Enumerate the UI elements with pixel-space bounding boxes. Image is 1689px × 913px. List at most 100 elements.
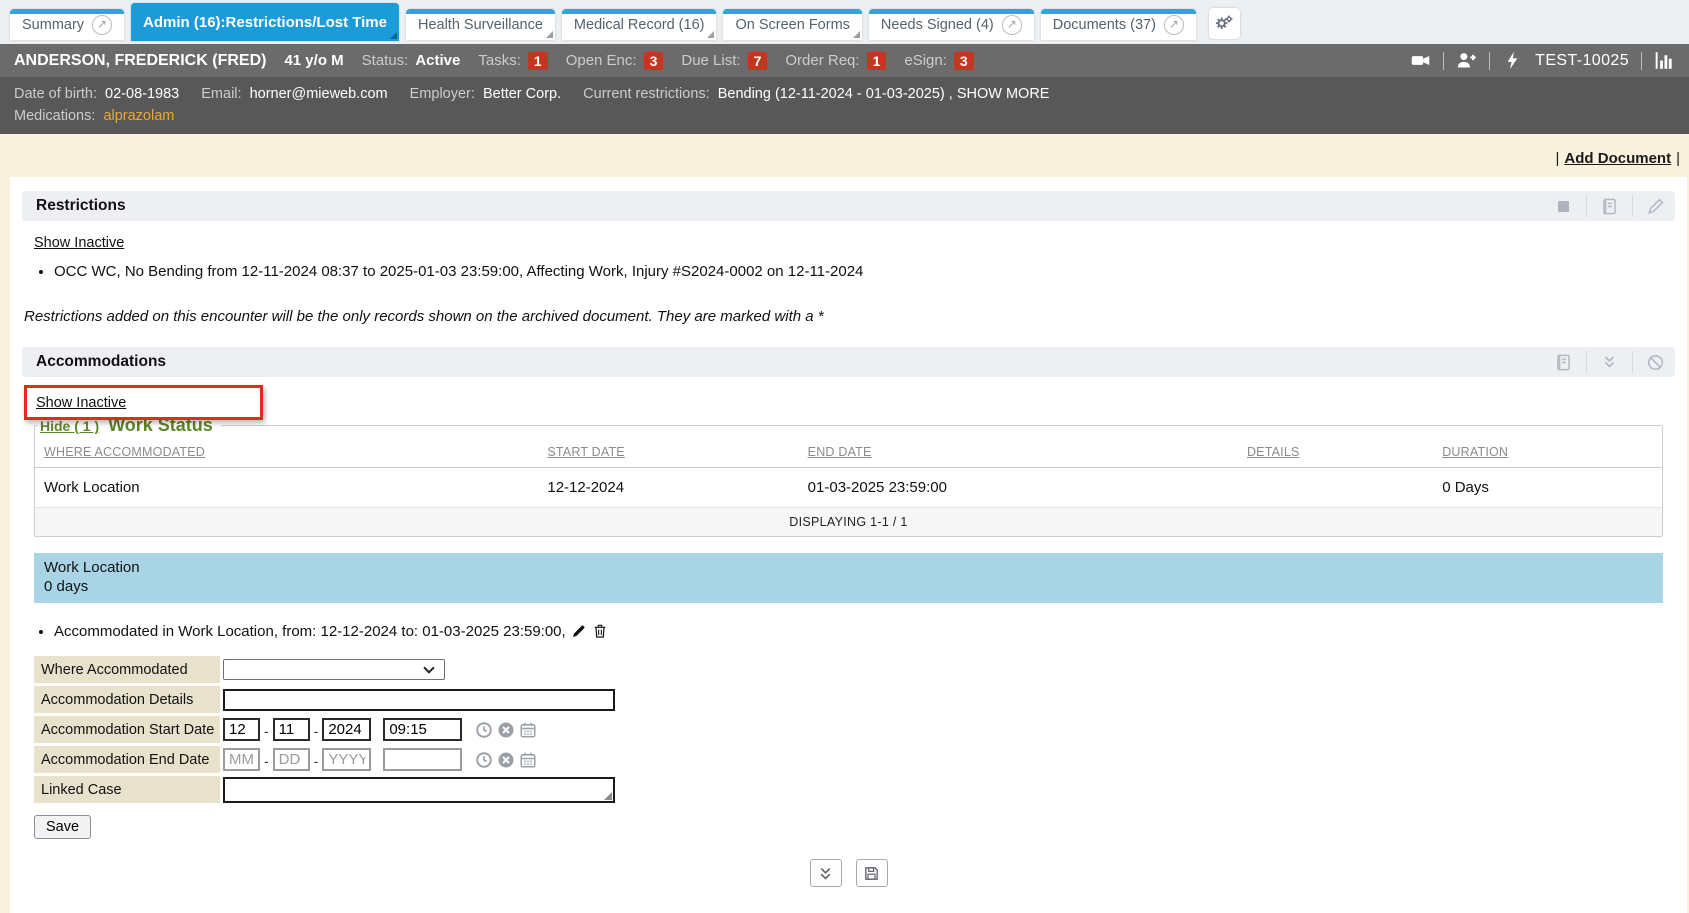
separator: | xyxy=(1676,150,1680,167)
col-end-date[interactable]: END DATE xyxy=(800,436,1239,468)
journal-icon[interactable] xyxy=(1554,353,1573,372)
tab-medical-record[interactable]: Medical Record (16) xyxy=(562,9,717,40)
save-record-button[interactable] xyxy=(856,859,888,887)
bookmark-icon[interactable] xyxy=(1554,197,1573,216)
due-list-label: Due List: xyxy=(681,52,740,69)
clear-icon[interactable] xyxy=(497,751,515,769)
divider xyxy=(1632,351,1633,373)
col-duration[interactable]: DURATION xyxy=(1434,436,1662,468)
collapse-button[interactable] xyxy=(810,859,842,887)
resize-grip[interactable] xyxy=(604,792,612,800)
edit-icon[interactable] xyxy=(571,623,587,639)
medications-label: Medications: xyxy=(14,108,95,124)
journal-icon[interactable] xyxy=(1600,197,1619,216)
clock-icon[interactable] xyxy=(475,721,493,739)
status-label: Status: xyxy=(362,52,409,69)
patient-details-line1: Date of birth: 02-08-1983 Email: horner@… xyxy=(14,83,1675,105)
employer-value: Better Corp. xyxy=(483,86,561,102)
due-list-badge[interactable]: 7 xyxy=(748,52,768,70)
end-day-input[interactable] xyxy=(273,748,310,771)
add-document-link[interactable]: Add Document xyxy=(1564,150,1671,167)
clock-icon[interactable] xyxy=(475,751,493,769)
popout-icon[interactable]: ↗ xyxy=(92,15,112,35)
panel-footer-buttons xyxy=(22,859,1675,887)
tab-summary[interactable]: Summary ↗ xyxy=(10,9,124,40)
tab-documents[interactable]: Documents (37) ↗ xyxy=(1041,9,1196,40)
calendar-icon[interactable] xyxy=(519,751,537,769)
tasks-badge[interactable]: 1 xyxy=(528,52,548,70)
order-req-badge[interactable]: 1 xyxy=(867,52,887,70)
restrictions-title: Restrictions xyxy=(36,197,126,215)
end-month-input[interactable] xyxy=(223,748,260,771)
order-req-label: Order Req: xyxy=(785,52,859,69)
cell-start: 12-12-2024 xyxy=(539,468,799,508)
date-separator: - xyxy=(314,723,319,741)
linked-case-input[interactable] xyxy=(223,777,615,803)
tab-on-screen-forms[interactable]: On Screen Forms xyxy=(723,9,861,40)
end-date-label: Accommodation End Date xyxy=(34,746,220,773)
start-time-input[interactable] xyxy=(383,718,462,741)
divider xyxy=(1632,195,1633,217)
accommodation-details-input[interactable] xyxy=(223,689,615,711)
open-enc-badge[interactable]: 3 xyxy=(644,52,664,70)
accommodations-show-inactive-link[interactable]: Show Inactive xyxy=(36,395,126,411)
collapse-icon[interactable] xyxy=(1600,353,1619,372)
hide-count-link[interactable]: Hide ( 1 ) xyxy=(40,418,99,434)
tab-label: Documents (37) xyxy=(1053,17,1156,33)
end-year-input[interactable] xyxy=(322,748,371,771)
start-day-input[interactable] xyxy=(273,718,310,741)
medications-value[interactable]: alprazolam xyxy=(103,108,174,124)
tab-needs-signed[interactable]: Needs Signed (4) ↗ xyxy=(869,9,1034,40)
tasks-label: Tasks: xyxy=(478,52,521,69)
add-user-icon[interactable] xyxy=(1456,50,1477,71)
date-separator: - xyxy=(264,723,269,741)
tab-label: Needs Signed (4) xyxy=(881,17,994,33)
col-start-date[interactable]: START DATE xyxy=(539,436,799,468)
show-more-link[interactable]: SHOW MORE xyxy=(957,86,1050,102)
esign-label: eSign: xyxy=(904,52,947,69)
col-where-accommodated[interactable]: WHERE ACCOMMODATED xyxy=(35,436,539,468)
tab-health-surveillance[interactable]: Health Surveillance xyxy=(406,9,555,40)
dob-value: 02-08-1983 xyxy=(105,86,179,102)
divider xyxy=(1489,52,1490,70)
flash-icon[interactable] xyxy=(1502,50,1523,71)
date-separator: - xyxy=(264,753,269,771)
esign-badge[interactable]: 3 xyxy=(954,52,974,70)
status-value: Active xyxy=(415,52,460,69)
divider xyxy=(1443,52,1444,70)
popout-icon[interactable]: ↗ xyxy=(1002,15,1022,35)
col-details[interactable]: DETAILS xyxy=(1239,436,1434,468)
settings-button[interactable] xyxy=(1209,8,1240,39)
restriction-item: OCC WC, No Bending from 12-11-2024 08:37… xyxy=(54,262,1675,282)
video-call-icon[interactable] xyxy=(1410,50,1431,71)
tab-admin-restrictions[interactable]: Admin (16):Restrictions/Lost Time xyxy=(131,3,399,41)
divider xyxy=(1641,52,1642,70)
current-restrictions-label: Current restrictions: xyxy=(583,86,710,102)
chart-icon[interactable] xyxy=(1654,50,1675,71)
calendar-icon[interactable] xyxy=(519,721,537,739)
tab-label: On Screen Forms xyxy=(735,17,849,33)
delete-icon[interactable] xyxy=(592,623,608,639)
start-year-input[interactable] xyxy=(322,718,371,741)
tab-label: Health Surveillance xyxy=(418,17,543,33)
save-button[interactable]: Save xyxy=(34,815,91,839)
open-enc-label: Open Enc: xyxy=(566,52,637,69)
edit-icon[interactable] xyxy=(1646,197,1665,216)
table-row[interactable]: Work Location 12-12-2024 01-03-2025 23:5… xyxy=(35,468,1662,508)
end-time-input[interactable] xyxy=(383,748,462,771)
start-date-label: Accommodation Start Date xyxy=(34,716,220,743)
restrictions-show-inactive-link[interactable]: Show Inactive xyxy=(34,235,124,251)
cell-where: Work Location xyxy=(35,468,539,508)
email-label: Email: xyxy=(201,86,241,102)
restrictions-list: OCC WC, No Bending from 12-11-2024 08:37… xyxy=(22,262,1675,282)
clear-icon[interactable] xyxy=(497,721,515,739)
disable-icon[interactable] xyxy=(1646,353,1665,372)
patient-details: Date of birth: 02-08-1983 Email: horner@… xyxy=(0,77,1689,134)
where-accommodated-select[interactable] xyxy=(223,659,445,680)
table-paging-status: DISPLAYING 1-1 / 1 xyxy=(35,508,1662,537)
accommodations-title: Accommodations xyxy=(36,353,166,371)
start-month-input[interactable] xyxy=(223,718,260,741)
summary-line1: Work Location xyxy=(44,558,1653,577)
popout-icon[interactable]: ↗ xyxy=(1164,15,1184,35)
current-restrictions-value: Bending (12-11-2024 - 01-03-2025) , xyxy=(718,86,953,102)
